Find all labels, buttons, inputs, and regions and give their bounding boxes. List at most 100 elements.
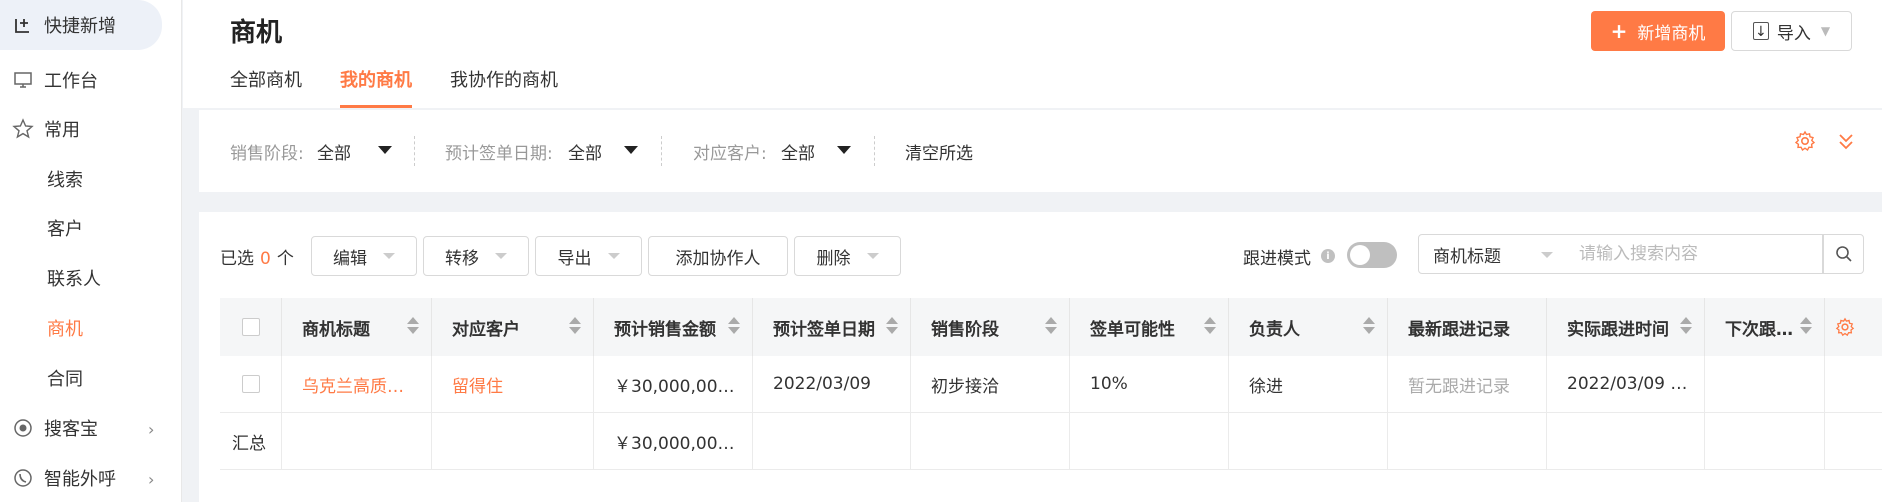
opportunity-list-panel: 已选 0个 编辑 转移 导出 添加协作人 删除 跟进模式 i 商机标题 商机标题 … [199,212,1882,502]
delete-label: 删除 [816,248,851,269]
sidebar-item-label: 客户 [47,219,83,240]
customer-link[interactable]: 留得住 [432,356,594,412]
column-header: 最新跟进记录 [1388,298,1547,356]
sort-icon[interactable] [1045,317,1057,334]
table-row[interactable]: 乌克兰高质… 留得住 ￥30,000,00… 2022/03/09 初步接洽 1… [220,356,1882,413]
column-header[interactable]: 负责人 [1229,298,1388,356]
sidebar-item-opportunities[interactable]: 商机 [0,303,83,353]
column-header[interactable]: 商机标题 [282,298,432,356]
search-field-label: 商机标题 [1433,246,1501,267]
search-button[interactable] [1823,234,1864,274]
sort-icon[interactable] [569,317,581,334]
table-cell: 10% [1070,356,1229,412]
plus-icon: + [1610,19,1628,43]
opportunity-title-link[interactable]: 乌克兰高质… [282,356,432,412]
sidebar-item-label: 线索 [47,170,83,191]
table-cell [282,413,432,469]
page-title: 商机 [230,18,283,48]
date-filter-value[interactable]: 全部 [568,139,602,164]
sort-icon[interactable] [886,317,898,334]
sidebar-item-customers[interactable]: 客户 [0,203,83,253]
column-header[interactable]: 实际跟进时间 [1547,298,1705,356]
phone-icon [12,467,34,489]
column-header[interactable]: 下次跟… [1705,298,1825,356]
caret-down-icon[interactable] [624,146,638,154]
sidebar-item-contracts[interactable]: 合同 [0,353,83,403]
caret-down-icon[interactable] [378,146,392,154]
export-button[interactable]: 导出 [535,236,642,276]
table-cell [1388,413,1547,469]
sidebar-item-workbench[interactable]: 工作台 [0,55,98,105]
follow-mode-toggle[interactable] [1347,242,1397,268]
summary-row: 汇总 ￥30,000,00… [220,413,1882,470]
caret-down-icon [607,253,620,259]
gear-icon[interactable] [1794,130,1816,158]
export-label: 导出 [557,248,592,269]
sidebar-item-quick-add[interactable]: 快捷新增 [0,0,162,50]
sidebar-item-label: 合同 [47,369,83,390]
clear-filters-button[interactable]: 清空所选 [905,139,973,164]
new-opportunity-button[interactable]: + 新增商机 [1591,11,1725,51]
divider [414,136,415,166]
tab-all-opportunities[interactable]: 全部商机 [230,66,302,108]
customer-filter-label: 对应客户: [693,144,767,164]
column-header[interactable]: 预计签单日期 [753,298,911,356]
add-collaborator-label: 添加协作人 [675,248,761,269]
caret-down-icon[interactable] [837,146,851,154]
sort-icon[interactable] [1800,317,1812,334]
tab-collab-opportunities[interactable]: 我协作的商机 [450,66,558,108]
column-header[interactable]: 销售阶段 [911,298,1070,356]
sort-icon[interactable] [728,317,740,334]
info-icon: i [1321,249,1335,263]
delete-button[interactable]: 删除 [794,236,901,276]
selected-prefix: 已选 [220,249,254,269]
select-all-cell [220,298,282,356]
edit-label: 编辑 [333,248,367,269]
sort-icon[interactable] [1204,317,1216,334]
tab-my-opportunities[interactable]: 我的商机 [340,66,412,108]
table-cell: 徐进 [1229,356,1388,412]
add-square-icon [12,14,34,36]
row-checkbox[interactable] [241,375,260,393]
search-input[interactable] [1565,234,1823,274]
stage-filter-value[interactable]: 全部 [317,139,351,164]
sidebar-item-common[interactable]: 常用 [0,104,80,154]
column-settings-icon[interactable] [1825,298,1865,356]
sidebar-item-label: 常用 [44,120,80,141]
sort-icon[interactable] [1680,317,1692,334]
add-collaborator-button[interactable]: 添加协作人 [648,236,788,276]
sidebar-item-contacts[interactable]: 联系人 [0,253,101,303]
filter-bar: 销售阶段: 全部 预计签单日期: 全部 对应客户: 全部 清空所选 [199,110,1882,192]
search-icon [1835,246,1852,262]
column-header[interactable]: 预计销售金额 [594,298,753,356]
table-cell [1825,356,1865,412]
sidebar-item-smart-call[interactable]: 智能外呼 › [0,453,182,502]
column-header[interactable]: 对应客户 [432,298,594,356]
import-button[interactable]: ↓ 导入 ▼ [1731,11,1852,51]
edit-button[interactable]: 编辑 [311,236,417,276]
table-cell [1705,413,1825,469]
column-header-label: 商机标题 [302,319,370,340]
customer-filter-value[interactable]: 全部 [781,139,815,164]
selected-count: 已选 0 个 [220,244,294,269]
sort-icon[interactable] [1363,317,1375,334]
column-header[interactable]: 签单可能性 [1070,298,1229,356]
sidebar-item-leads[interactable]: 线索 [0,154,83,204]
column-header-label: 下次跟… [1725,319,1793,340]
column-header-label: 销售阶段 [931,319,999,340]
transfer-button[interactable]: 转移 [423,236,529,276]
chevron-down-icon: ▼ [1820,24,1831,38]
search-field-select[interactable]: 商机标题 [1418,234,1566,274]
sidebar-item-label: 搜客宝 [44,419,98,440]
select-all-checkbox[interactable] [241,318,260,336]
sidebar-item-search-treasure[interactable]: 搜客宝 › [0,403,182,453]
stage-filter-label: 销售阶段: [230,144,304,164]
sidebar-item-label: 商机 [47,319,83,340]
table-cell: 暂无跟进记录 [1388,356,1547,412]
sort-icon[interactable] [407,317,419,334]
double-chevron-down-icon[interactable] [1837,132,1855,153]
table-cell: 初步接洽 [911,356,1070,412]
follow-mode-label: 跟进模式 [1243,249,1311,269]
star-icon [12,118,34,140]
page-header: 商机 全部商机 我的商机 我协作的商机 + 新增商机 ↓ 导入 ▼ [183,0,1882,108]
